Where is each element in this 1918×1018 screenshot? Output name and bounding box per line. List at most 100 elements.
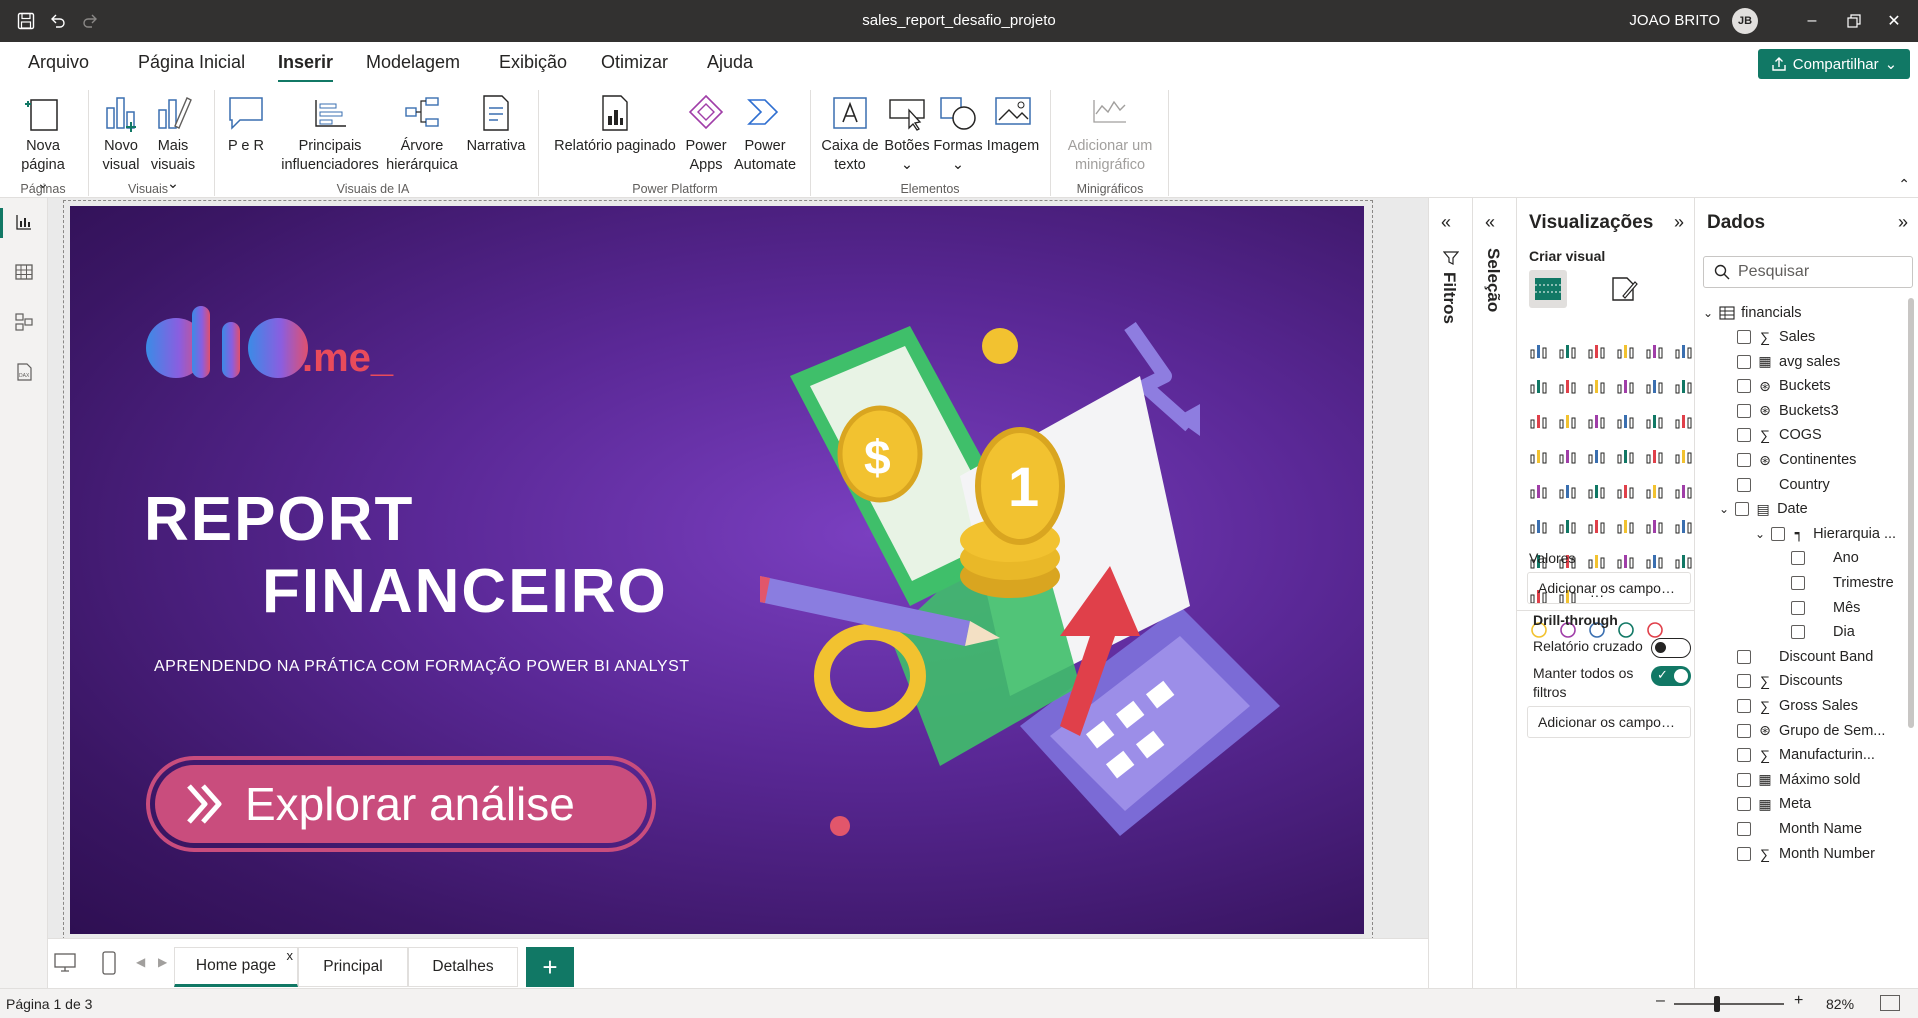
qna-visual-icon[interactable]: [1614, 513, 1638, 537]
image-button[interactable]: Imagem: [984, 92, 1042, 156]
100-area-visual-icon[interactable]: [1614, 373, 1638, 397]
line-visual-icon[interactable]: [1527, 373, 1551, 397]
avatar[interactable]: JB: [1732, 8, 1758, 34]
build-visual-tab[interactable]: [1529, 270, 1567, 308]
close-tab-icon[interactable]: x: [287, 948, 294, 963]
waterfall-visual-icon[interactable]: [1556, 408, 1580, 432]
matrix-visual-icon[interactable]: [1643, 478, 1667, 502]
100-column-visual-icon[interactable]: [1672, 338, 1696, 362]
stacked-column-visual-icon[interactable]: [1556, 338, 1580, 362]
field-checkbox[interactable]: [1737, 330, 1751, 344]
menu-modelagem[interactable]: Modelagem: [366, 52, 460, 73]
chevron-down-icon[interactable]: ⌄: [1719, 502, 1729, 516]
shapes-button[interactable]: Formas ⌄: [932, 92, 984, 175]
python-visual-visual-icon[interactable]: [1527, 513, 1551, 537]
model-view-icon[interactable]: [12, 310, 36, 334]
field-checkbox[interactable]: [1737, 846, 1751, 861]
field-checkbox[interactable]: [1791, 600, 1805, 615]
slicer-visual-icon[interactable]: [1585, 478, 1609, 502]
kpi-visual-icon[interactable]: [1556, 478, 1580, 502]
menu-inserir[interactable]: Inserir: [278, 52, 334, 83]
menu-arquivo[interactable]: Arquivo: [28, 52, 89, 73]
gauge-visual-icon[interactable]: [1643, 443, 1667, 467]
redo-icon[interactable]: [78, 9, 102, 33]
filled-map-visual-icon[interactable]: [1585, 443, 1609, 467]
r-visual-visual-icon[interactable]: [1672, 478, 1696, 502]
line-column-visual-icon[interactable]: [1643, 373, 1667, 397]
clustered-column-visual-icon[interactable]: [1614, 338, 1638, 362]
zoom-out-icon[interactable]: –: [1656, 992, 1665, 1010]
cross-report-toggle[interactable]: [1651, 638, 1691, 658]
next-page-icon[interactable]: ▶: [158, 955, 167, 969]
field-checkbox[interactable]: [1771, 526, 1786, 541]
field-checkbox[interactable]: [1737, 477, 1751, 492]
line-clustered-visual-icon[interactable]: [1672, 373, 1696, 397]
multi-row-card-visual-icon[interactable]: [1527, 478, 1551, 502]
new-page-button[interactable]: Nova página ⌄: [18, 92, 68, 194]
narrative-button[interactable]: Narrativa: [462, 92, 530, 156]
field-checkbox[interactable]: [1737, 723, 1751, 738]
field-checkbox[interactable]: [1737, 649, 1751, 664]
more-visuals-button[interactable]: Mais visuais ⌄: [146, 92, 200, 194]
chevron-down-icon[interactable]: ⌄: [1755, 527, 1765, 541]
search-input[interactable]: Pesquisar: [1703, 256, 1913, 288]
field-checkbox[interactable]: [1791, 576, 1805, 590]
qna-button[interactable]: P e R: [226, 92, 266, 156]
field-checkbox[interactable]: [1791, 625, 1805, 640]
decomposition-visual-icon[interactable]: [1585, 513, 1609, 537]
text-box-button[interactable]: Caixa de texto: [818, 92, 882, 175]
collapse-visualizations-icon[interactable]: »: [1674, 212, 1684, 233]
donut-visual-icon[interactable]: [1672, 408, 1696, 432]
zoom-in-icon[interactable]: +: [1794, 992, 1803, 1010]
expand-selection-icon[interactable]: «: [1485, 212, 1495, 233]
expand-filters-icon[interactable]: «: [1441, 212, 1451, 233]
azure-map-visual-icon[interactable]: [1614, 443, 1638, 467]
menu-pagina-inicial[interactable]: Página Inicial: [138, 52, 245, 73]
field-checkbox[interactable]: [1737, 354, 1751, 369]
report-view-icon[interactable]: [12, 210, 36, 234]
buttons-button[interactable]: Botões ⌄: [882, 92, 932, 175]
decomposition-tree-button[interactable]: Árvore hierárquica: [384, 92, 460, 175]
collapse-ribbon-icon[interactable]: ⌃: [1898, 176, 1910, 193]
paginated-report-button[interactable]: Relatório paginado: [550, 92, 680, 156]
add-page-button[interactable]: +: [526, 947, 574, 987]
zoom-slider-thumb[interactable]: [1714, 996, 1720, 1012]
mobile-layout-icon[interactable]: [102, 951, 116, 980]
map-visual-icon[interactable]: [1556, 443, 1580, 467]
tab-principal[interactable]: Principal: [298, 947, 408, 987]
field-checkbox[interactable]: [1737, 797, 1751, 812]
dax-query-view-icon[interactable]: DAX: [12, 360, 36, 384]
stacked-bar-visual-icon[interactable]: [1527, 338, 1551, 362]
field-item[interactable]: ∑ Month Number: [1737, 839, 1875, 869]
field-checkbox[interactable]: [1737, 822, 1751, 836]
card-visual-icon[interactable]: [1672, 443, 1696, 467]
values-drop-zone[interactable]: Adicionar os campos de da...: [1527, 572, 1691, 604]
menu-exibicao[interactable]: Exibição: [499, 52, 567, 73]
restore-icon[interactable]: [1842, 9, 1866, 33]
power-apps-visual-icon[interactable]: [1585, 548, 1609, 572]
treemap-visual-icon[interactable]: [1527, 443, 1551, 467]
close-icon[interactable]: ✕: [1882, 9, 1906, 33]
metrics-visual-icon[interactable]: [1672, 513, 1696, 537]
field-checkbox[interactable]: [1737, 674, 1751, 689]
selection-pane[interactable]: « Seleção: [1472, 198, 1516, 988]
key-influencers-button[interactable]: Principais influenciadores: [278, 92, 382, 175]
zoom-slider[interactable]: [1674, 1003, 1784, 1005]
drill-through-drop-zone[interactable]: Adicionar os campos de dr...: [1527, 706, 1691, 738]
report-page[interactable]: .me_ REPORT FINANCEIRO APRENDENDO NA PRÁ…: [70, 206, 1364, 934]
table-visual-icon[interactable]: [1614, 478, 1638, 502]
pie-visual-icon[interactable]: [1643, 408, 1667, 432]
field-checkbox[interactable]: [1737, 772, 1751, 787]
desktop-layout-icon[interactable]: [54, 953, 76, 978]
clustered-bar-visual-icon[interactable]: [1585, 338, 1609, 362]
share-button[interactable]: Compartilhar ⌄: [1758, 49, 1910, 79]
table-view-icon[interactable]: [12, 260, 36, 284]
collapse-data-icon[interactable]: »: [1898, 212, 1908, 233]
minimize-icon[interactable]: –: [1800, 9, 1824, 33]
fit-to-page-icon[interactable]: [1880, 995, 1900, 1011]
area-visual-icon[interactable]: [1556, 373, 1580, 397]
tab-detalhes[interactable]: Detalhes: [408, 947, 518, 987]
funnel-visual-icon[interactable]: [1585, 408, 1609, 432]
narrative-visual-icon[interactable]: [1643, 513, 1667, 537]
field-checkbox[interactable]: [1791, 551, 1805, 566]
